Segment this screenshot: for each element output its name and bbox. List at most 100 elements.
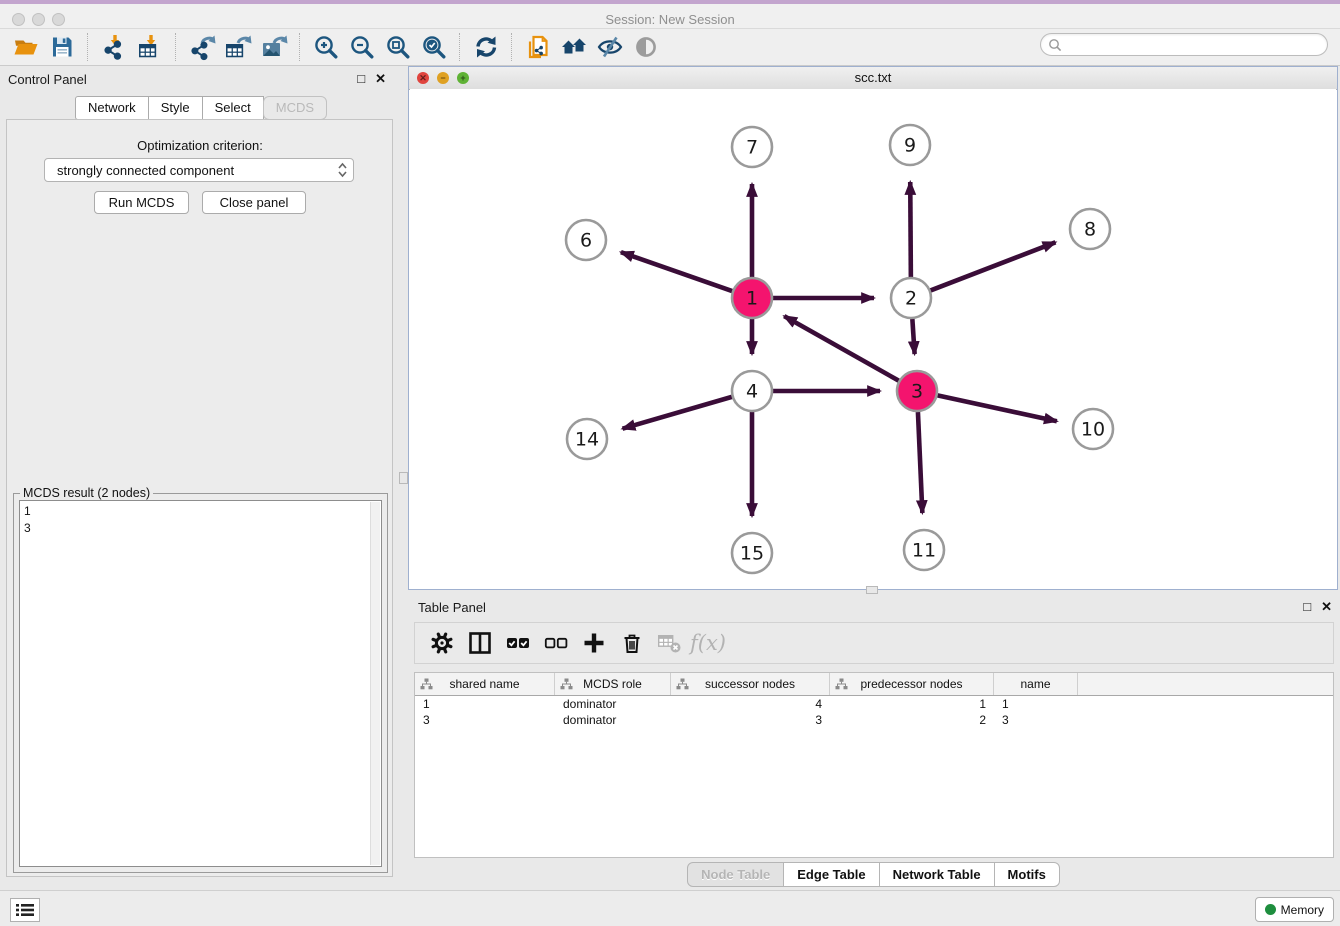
float-table-panel-icon[interactable]: □ <box>1303 600 1311 614</box>
table-cell[interactable]: 3 <box>994 712 1078 728</box>
graph-edge-3-10[interactable] <box>938 395 1057 421</box>
column-header-successor-nodes[interactable]: successor nodes <box>671 673 830 695</box>
show-hidden-button[interactable] <box>628 31 664 63</box>
graph-node-9[interactable]: 9 <box>890 125 930 165</box>
toolbar-separator <box>511 33 513 61</box>
search-box[interactable] <box>1040 33 1328 56</box>
column-header-MCDS-role[interactable]: MCDS role <box>555 673 671 695</box>
criterion-dropdown[interactable]: strongly connected component <box>44 158 354 182</box>
deselect-all-rows-button[interactable] <box>539 626 573 660</box>
tab-network-table[interactable]: Network Table <box>879 862 995 887</box>
add-column-button[interactable] <box>577 626 611 660</box>
table-row[interactable]: 1dominator411 <box>415 696 1333 712</box>
export-table-button[interactable] <box>220 31 256 63</box>
refresh-button[interactable] <box>468 31 504 63</box>
column-header-predecessor-nodes[interactable]: predecessor nodes <box>830 673 994 695</box>
save-session-button[interactable] <box>44 31 80 63</box>
graph-edge-2-8[interactable] <box>931 242 1056 290</box>
graph-node-2[interactable]: 2 <box>891 278 931 318</box>
graph-node-14[interactable]: 14 <box>567 419 607 459</box>
horizontal-splitter-grip[interactable] <box>866 586 878 594</box>
search-input[interactable] <box>1062 35 1327 55</box>
zoom-fit-button[interactable] <box>380 31 416 63</box>
import-network-button[interactable] <box>96 31 132 63</box>
graph-node-label: 9 <box>904 135 916 157</box>
minimize-window-button[interactable] <box>32 13 45 26</box>
tab-network[interactable]: Network <box>75 96 149 120</box>
run-mcds-button[interactable]: Run MCDS <box>94 191 189 214</box>
network-close-button[interactable]: ✕ <box>417 72 429 84</box>
network-from-file-button[interactable] <box>520 31 556 63</box>
tab-select[interactable]: Select <box>202 96 264 120</box>
home-button[interactable] <box>556 31 592 63</box>
tab-style[interactable]: Style <box>148 96 203 120</box>
table-cell[interactable]: 2 <box>830 712 994 728</box>
graph-node-7[interactable]: 7 <box>732 127 772 167</box>
split-columns-button[interactable] <box>463 626 497 660</box>
zoom-out-button[interactable] <box>344 31 380 63</box>
graph-node-11[interactable]: 11 <box>904 530 944 570</box>
table-cell[interactable]: 1 <box>415 696 555 712</box>
zoom-window-button[interactable] <box>52 13 65 26</box>
graph-node-4[interactable]: 4 <box>732 371 772 411</box>
close-panel-button[interactable]: Close panel <box>202 191 306 214</box>
select-all-rows-button[interactable] <box>501 626 535 660</box>
network-window-title: scc.txt <box>409 67 1337 88</box>
memory-label: Memory <box>1281 903 1324 917</box>
zoom-selected-button[interactable] <box>416 31 452 63</box>
node-table[interactable]: shared nameMCDS rolesuccessor nodesprede… <box>414 672 1334 858</box>
column-header-name[interactable]: name <box>994 673 1078 695</box>
network-minimize-button[interactable]: − <box>437 72 449 84</box>
network-window-titlebar[interactable]: scc.txt ✕ − + <box>409 67 1337 90</box>
task-history-button[interactable] <box>10 898 40 922</box>
graph-edge-1-6[interactable] <box>621 252 732 291</box>
close-window-button[interactable] <box>12 13 25 26</box>
hierarchy-icon <box>835 678 848 690</box>
split-columns-icon <box>468 631 492 655</box>
graph-node-15[interactable]: 15 <box>732 533 772 573</box>
tab-motifs[interactable]: Motifs <box>994 862 1060 887</box>
mcds-result-lines: 1 3 <box>24 503 367 537</box>
hide-selected-button[interactable] <box>592 31 628 63</box>
export-image-button[interactable] <box>256 31 292 63</box>
table-settings-button[interactable] <box>425 626 459 660</box>
result-scrollbar[interactable] <box>370 502 380 865</box>
graph-edge-3-1[interactable] <box>784 316 898 381</box>
table-cell[interactable]: 3 <box>671 712 830 728</box>
titlebar[interactable]: Session: New Session <box>0 4 1340 29</box>
graph-edge-2-3[interactable] <box>912 319 914 354</box>
hide-selected-icon <box>597 34 624 61</box>
zoom-in-button[interactable] <box>308 31 344 63</box>
tab-node-table[interactable]: Node Table <box>687 862 784 887</box>
export-network-button[interactable] <box>184 31 220 63</box>
table-row[interactable]: 3dominator323 <box>415 712 1333 728</box>
graph-node-1[interactable]: 1 <box>732 278 772 318</box>
vertical-splitter-grip[interactable] <box>399 472 408 484</box>
graph-edge-4-14[interactable] <box>623 397 732 429</box>
network-maximize-button[interactable]: + <box>457 72 469 84</box>
tab-edge-table[interactable]: Edge Table <box>783 862 879 887</box>
import-table-button[interactable] <box>132 31 168 63</box>
table-cell[interactable]: 4 <box>671 696 830 712</box>
mcds-result-textarea[interactable]: 1 3 <box>19 500 382 867</box>
network-canvas[interactable]: 1 2 3 4 6 7 8 9 10 11 14 15 <box>410 89 1336 588</box>
memory-button[interactable]: Memory <box>1255 897 1334 922</box>
graph-node-3[interactable]: 3 <box>897 371 937 411</box>
tab-mcds[interactable]: MCDS <box>263 96 327 120</box>
table-cell[interactable]: 1 <box>994 696 1078 712</box>
open-session-button[interactable] <box>8 31 44 63</box>
table-cell[interactable]: 3 <box>415 712 555 728</box>
graph-edge-2-9[interactable] <box>910 182 911 277</box>
float-panel-icon[interactable]: □ <box>357 72 365 86</box>
close-table-panel-icon[interactable]: ✕ <box>1321 600 1332 614</box>
close-panel-icon[interactable]: ✕ <box>375 72 386 86</box>
table-cell[interactable]: 1 <box>830 696 994 712</box>
table-cell[interactable]: dominator <box>555 696 671 712</box>
table-cell[interactable]: dominator <box>555 712 671 728</box>
graph-node-10[interactable]: 10 <box>1073 409 1113 449</box>
delete-column-button[interactable] <box>615 626 649 660</box>
graph-node-8[interactable]: 8 <box>1070 209 1110 249</box>
column-header-shared-name[interactable]: shared name <box>415 673 555 695</box>
graph-node-6[interactable]: 6 <box>566 220 606 260</box>
graph-edge-3-11[interactable] <box>918 412 922 513</box>
